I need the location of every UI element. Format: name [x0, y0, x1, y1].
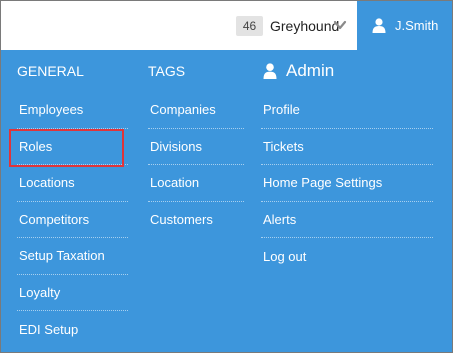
admin-heading: Admin	[261, 50, 433, 92]
selected-company-name[interactable]: Greyhound	[270, 18, 339, 34]
company-selector[interactable]: 46 Greyhound	[236, 15, 339, 37]
menu-item-loyalty[interactable]: Loyalty	[17, 275, 128, 311]
chevron-down-icon[interactable]	[333, 18, 347, 32]
menu-item-setup-taxation[interactable]: Setup Taxation	[17, 238, 128, 275]
admin-column: Admin Profile Tickets Home Page Settings…	[261, 50, 433, 275]
admin-user-icon	[263, 63, 277, 79]
menu-item-roles[interactable]: Roles	[9, 128, 128, 167]
user-menu-button[interactable]: J.Smith	[357, 1, 452, 50]
menu-item-employees[interactable]: Employees	[17, 92, 128, 129]
menu-item-tickets[interactable]: Tickets	[261, 129, 433, 165]
menu-item-customers[interactable]: Customers	[148, 202, 244, 239]
menu-item-log-out[interactable]: Log out	[261, 238, 433, 275]
menu-item-companies[interactable]: Companies	[148, 92, 244, 129]
menu-item-location[interactable]: Location	[148, 165, 244, 202]
tags-heading: TAGS	[148, 63, 186, 79]
general-column: GENERAL Employees Roles Locations Compet…	[9, 50, 128, 348]
mega-menu-frame: 46 Greyhound J.Smith GENERAL Employees R…	[0, 0, 453, 353]
menu-item-profile[interactable]: Profile	[261, 92, 433, 129]
menu-item-roles-label: Roles	[19, 138, 53, 154]
menu-item-alerts[interactable]: Alerts	[261, 202, 433, 238]
menu-item-divisions[interactable]: Divisions	[148, 129, 244, 165]
menu-item-home-page-settings[interactable]: Home Page Settings	[261, 165, 433, 202]
menu-item-competitors[interactable]: Competitors	[17, 202, 128, 238]
tags-column: TAGS Companies Divisions Location Custom…	[148, 50, 244, 238]
user-name: J.Smith	[395, 18, 439, 33]
user-icon	[372, 18, 386, 33]
general-heading: GENERAL	[17, 63, 84, 79]
menu-item-edi-setup[interactable]: EDI Setup	[17, 311, 128, 348]
menu-item-locations[interactable]: Locations	[17, 165, 128, 202]
count-badge: 46	[236, 16, 263, 36]
admin-heading-label: Admin	[286, 61, 335, 80]
